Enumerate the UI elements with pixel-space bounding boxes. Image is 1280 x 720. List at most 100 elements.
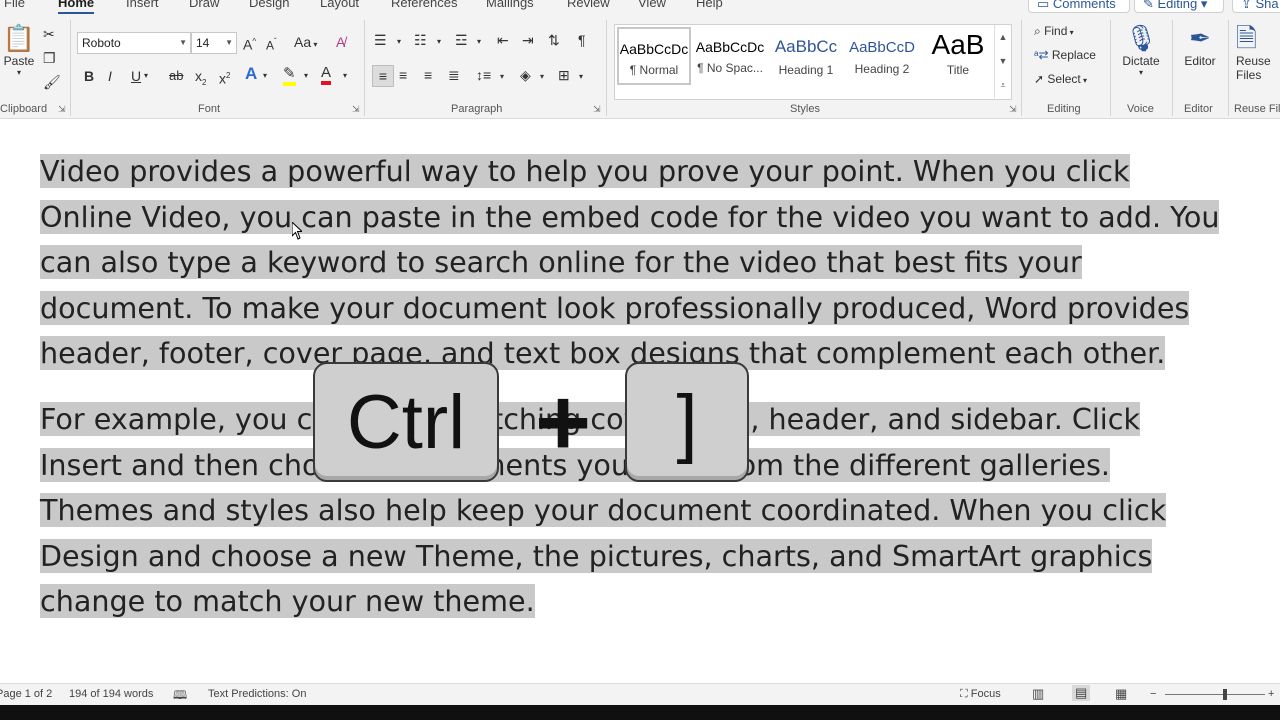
- comments-button[interactable]: ▭ Comments: [1028, 0, 1130, 13]
- style-title[interactable]: AaB Title: [921, 27, 995, 85]
- zoom-slider-thumb[interactable]: [1223, 689, 1227, 700]
- change-case-button[interactable]: Aa ▾: [294, 34, 317, 53]
- find-button[interactable]: ⌕ Find ▾: [1034, 24, 1074, 39]
- font-size-combo[interactable]: 14 ▼: [191, 32, 237, 54]
- underline-button[interactable]: U: [131, 68, 141, 84]
- tab-view[interactable]: View: [638, 0, 666, 10]
- text-predictions-status[interactable]: Text Predictions: On: [208, 688, 306, 700]
- tab-design[interactable]: Design: [249, 0, 289, 10]
- line-spacing-icon[interactable]: ↕≡: [476, 67, 491, 83]
- format-painter-icon[interactable]: 🖌: [43, 74, 61, 90]
- print-layout-icon[interactable]: ▤: [1072, 685, 1091, 701]
- text-effects-button[interactable]: A: [245, 65, 257, 82]
- web-layout-icon[interactable]: ▦: [1115, 686, 1127, 702]
- read-mode-icon[interactable]: ▥: [1032, 686, 1044, 702]
- dictate-button[interactable]: 🎙 Dictate ▾: [1115, 22, 1167, 77]
- superscript-button[interactable]: x2: [219, 68, 230, 87]
- chevron-down-icon[interactable]: ▾: [540, 69, 544, 85]
- chevron-down-icon[interactable]: ▾: [343, 68, 347, 84]
- style-heading-2[interactable]: AaBbCcD Heading 2: [845, 27, 919, 85]
- style-normal[interactable]: AaBbCcDc ¶ Normal: [617, 27, 691, 85]
- tab-help[interactable]: Help: [696, 0, 723, 10]
- zoom-slider[interactable]: [1165, 694, 1265, 695]
- show-marks-button[interactable]: ¶: [578, 32, 586, 48]
- align-right-icon[interactable]: ≡: [424, 67, 432, 83]
- italic-button[interactable]: I: [108, 68, 112, 84]
- page-count[interactable]: Page 1 of 2: [0, 688, 52, 700]
- chevron-down-icon: ▼: [179, 38, 187, 47]
- microphone-icon: 🎙: [1124, 23, 1158, 53]
- chevron-down-icon: ▾: [1080, 76, 1087, 85]
- chevron-down-icon[interactable]: ▾: [579, 69, 583, 85]
- clipboard-launcher-icon[interactable]: ⇲: [58, 104, 66, 115]
- grow-font-button[interactable]: A^: [243, 34, 256, 53]
- editing-mode-button[interactable]: ✎ Editing ▾: [1134, 0, 1224, 13]
- strikethrough-button[interactable]: ab: [169, 68, 183, 84]
- bullets-icon[interactable]: ☰: [374, 32, 387, 48]
- paragraph[interactable]: Video provides a powerful way to help yo…: [40, 149, 1220, 377]
- zoom-in-icon[interactable]: +: [1268, 688, 1274, 700]
- ribbon-tabs: File Home Insert Draw Design Layout Refe…: [0, 0, 1280, 14]
- copy-icon[interactable]: ❐: [43, 50, 56, 66]
- gallery-more-icon[interactable]: ⩡: [994, 73, 1011, 98]
- chevron-down-icon[interactable]: ▾: [144, 68, 148, 84]
- chevron-down-icon[interactable]: ▾: [263, 68, 267, 84]
- tab-home[interactable]: Home: [58, 0, 95, 14]
- comment-icon: ▭: [1037, 0, 1053, 11]
- paragraph-launcher-icon[interactable]: ⇲: [593, 104, 601, 115]
- right-bracket-key-overlay: ]: [625, 362, 749, 482]
- styles-group-label: Styles: [790, 103, 820, 115]
- justify-icon[interactable]: ≣: [448, 67, 460, 83]
- share-button[interactable]: ⇪ Sha: [1232, 0, 1280, 13]
- shading-icon[interactable]: ◈: [520, 67, 531, 83]
- bold-button[interactable]: B: [84, 68, 94, 84]
- sort-icon[interactable]: ⇅: [548, 32, 560, 48]
- reuse-files-button[interactable]: 🗎 Reuse Files: [1236, 22, 1280, 82]
- chevron-down-icon[interactable]: ▾: [477, 34, 481, 50]
- align-center-icon[interactable]: ≡: [399, 67, 407, 83]
- chevron-down-icon[interactable]: ▾: [304, 68, 308, 84]
- editor-group-label: Editor: [1184, 103, 1213, 115]
- styles-launcher-icon[interactable]: ⇲: [1009, 104, 1017, 115]
- paste-button[interactable]: 📋 Paste ▾: [2, 22, 36, 77]
- subscript-button[interactable]: x2: [195, 68, 206, 91]
- align-left-icon[interactable]: ≡: [372, 65, 394, 87]
- focus-button[interactable]: ⛶ Focus: [960, 688, 1001, 701]
- chevron-down-icon[interactable]: ▾: [397, 34, 401, 50]
- gallery-up-icon[interactable]: ▲: [994, 25, 1011, 49]
- decrease-indent-icon[interactable]: ⇤: [497, 32, 509, 48]
- tab-mailings[interactable]: Mailings: [486, 0, 534, 10]
- tab-layout[interactable]: Layout: [320, 0, 359, 10]
- highlight-icon[interactable]: ✎: [283, 66, 296, 86]
- font-name-combo[interactable]: Roboto ▼: [77, 32, 191, 54]
- chevron-down-icon: ▼: [225, 38, 233, 47]
- cut-icon[interactable]: ✂: [43, 26, 55, 42]
- numbering-icon[interactable]: ☷: [414, 32, 427, 48]
- tab-file[interactable]: File: [4, 0, 25, 10]
- chevron-down-icon: ▾: [1138, 68, 1143, 77]
- style-no-spacing[interactable]: AaBbCcDc ¶ No Spac...: [693, 27, 767, 85]
- word-count[interactable]: 194 of 194 words: [69, 688, 153, 700]
- editor-button[interactable]: ✒ Editor: [1176, 22, 1224, 68]
- style-heading-1[interactable]: AaBbCc Heading 1: [769, 27, 843, 85]
- borders-icon[interactable]: ⊞: [558, 67, 570, 83]
- shrink-font-button[interactable]: Aˇ: [266, 34, 277, 54]
- tab-references[interactable]: References: [391, 0, 457, 10]
- tab-draw[interactable]: Draw: [189, 0, 219, 10]
- chevron-down-icon[interactable]: ▾: [500, 69, 504, 85]
- gallery-down-icon[interactable]: ▼: [994, 49, 1011, 73]
- chevron-down-icon[interactable]: ▾: [437, 34, 441, 50]
- tab-review[interactable]: Review: [567, 0, 610, 10]
- tab-insert[interactable]: Insert: [126, 0, 159, 10]
- styles-gallery: AaBbCcDc ¶ Normal AaBbCcDc ¶ No Spac... …: [614, 24, 1012, 100]
- clipboard-icon: 📋: [2, 23, 36, 53]
- multilevel-list-icon[interactable]: ☲: [455, 32, 468, 48]
- font-launcher-icon[interactable]: ⇲: [352, 104, 360, 115]
- increase-indent-icon[interactable]: ⇥: [522, 32, 534, 48]
- select-button[interactable]: ➚ Select ▾: [1034, 72, 1087, 86]
- proofing-book-icon[interactable]: 🕮: [173, 686, 187, 707]
- font-color-button[interactable]: A: [321, 65, 332, 85]
- replace-button[interactable]: ᵃ⇄ Replace: [1034, 48, 1096, 62]
- clear-formatting-icon[interactable]: A̸: [336, 34, 345, 50]
- zoom-out-icon[interactable]: −: [1150, 688, 1156, 700]
